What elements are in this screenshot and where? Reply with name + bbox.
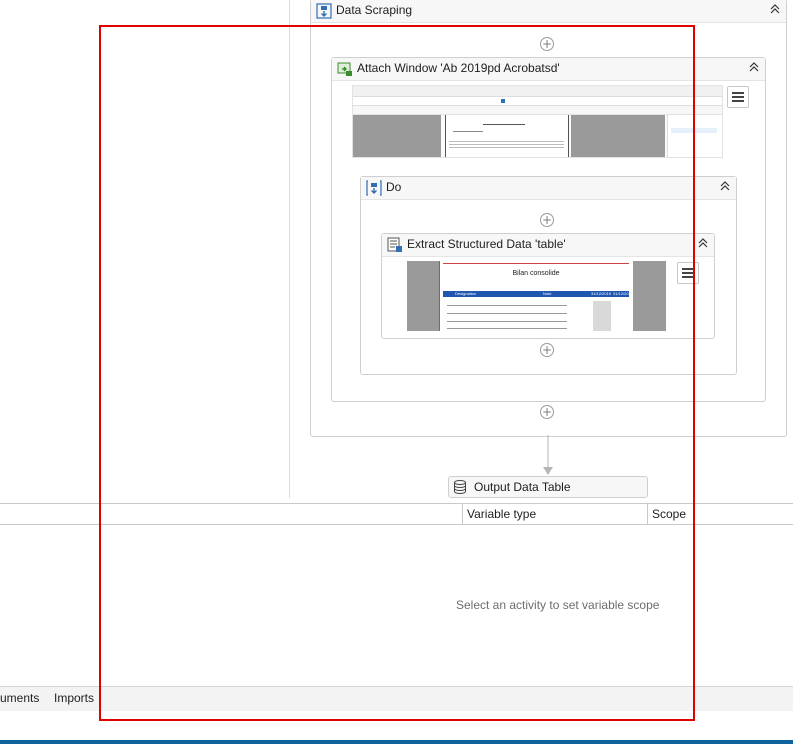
preview-col-1: Désignation <box>455 291 477 296</box>
data-scraping-title: Data Scraping <box>336 3 413 17</box>
do-title: Do <box>386 180 402 194</box>
tab-imports[interactable]: Imports <box>54 691 94 705</box>
do-header[interactable]: Do <box>361 177 736 200</box>
output-data-table-activity[interactable]: Output Data Table <box>448 476 648 498</box>
menu-icon[interactable] <box>727 86 749 108</box>
data-scraping-header[interactable]: Data Scraping <box>311 0 786 23</box>
extract-data-icon <box>387 237 402 252</box>
panel-divider <box>289 0 290 498</box>
variables-empty-message: Select an activity to set variable scope <box>456 598 660 612</box>
collapse-icon[interactable] <box>696 237 710 251</box>
attach-window-title: Attach Window 'Ab 2019pd Acrobatsd' <box>357 61 560 75</box>
preview-heading: Bilan consolide <box>512 270 560 277</box>
variable-type-column-header[interactable]: Variable type <box>462 504 647 524</box>
bottom-tab-bar: uments Imports <box>0 686 793 711</box>
attach-window-icon <box>337 62 352 76</box>
add-activity-icon[interactable]: + <box>540 37 554 51</box>
status-bar <box>0 740 793 744</box>
add-activity-icon[interactable]: + <box>540 405 554 419</box>
output-data-table-title: Output Data Table <box>474 480 571 494</box>
scope-column-header[interactable]: Scope <box>647 504 793 524</box>
scraping-icon <box>316 3 332 19</box>
extract-data-preview: Bilan consolide Désignation Note 31/12/2… <box>407 261 666 331</box>
variables-grid-header: Variable type Scope <box>0 503 793 525</box>
extract-data-header[interactable]: Extract Structured Data 'table' <box>382 234 714 257</box>
preview-col-3: 31/12/2019 <box>591 291 612 296</box>
flow-connector-arrow <box>543 435 553 475</box>
extract-data-title: Extract Structured Data 'table' <box>407 237 566 251</box>
collapse-icon[interactable] <box>768 3 782 17</box>
preview-col-2: Note <box>543 291 552 296</box>
collapse-icon[interactable] <box>718 180 732 194</box>
attach-window-preview <box>352 85 723 158</box>
preview-col-4: 31/12/2018 <box>613 291 634 296</box>
add-activity-icon[interactable]: + <box>540 343 554 357</box>
do-sequence-icon <box>366 180 382 196</box>
tab-arguments[interactable]: uments <box>0 691 39 705</box>
attach-window-header[interactable]: Attach Window 'Ab 2019pd Acrobatsd' <box>332 58 765 81</box>
menu-icon[interactable] <box>677 262 699 284</box>
database-icon <box>454 480 466 494</box>
add-activity-icon[interactable]: + <box>540 213 554 227</box>
collapse-icon[interactable] <box>747 61 761 75</box>
